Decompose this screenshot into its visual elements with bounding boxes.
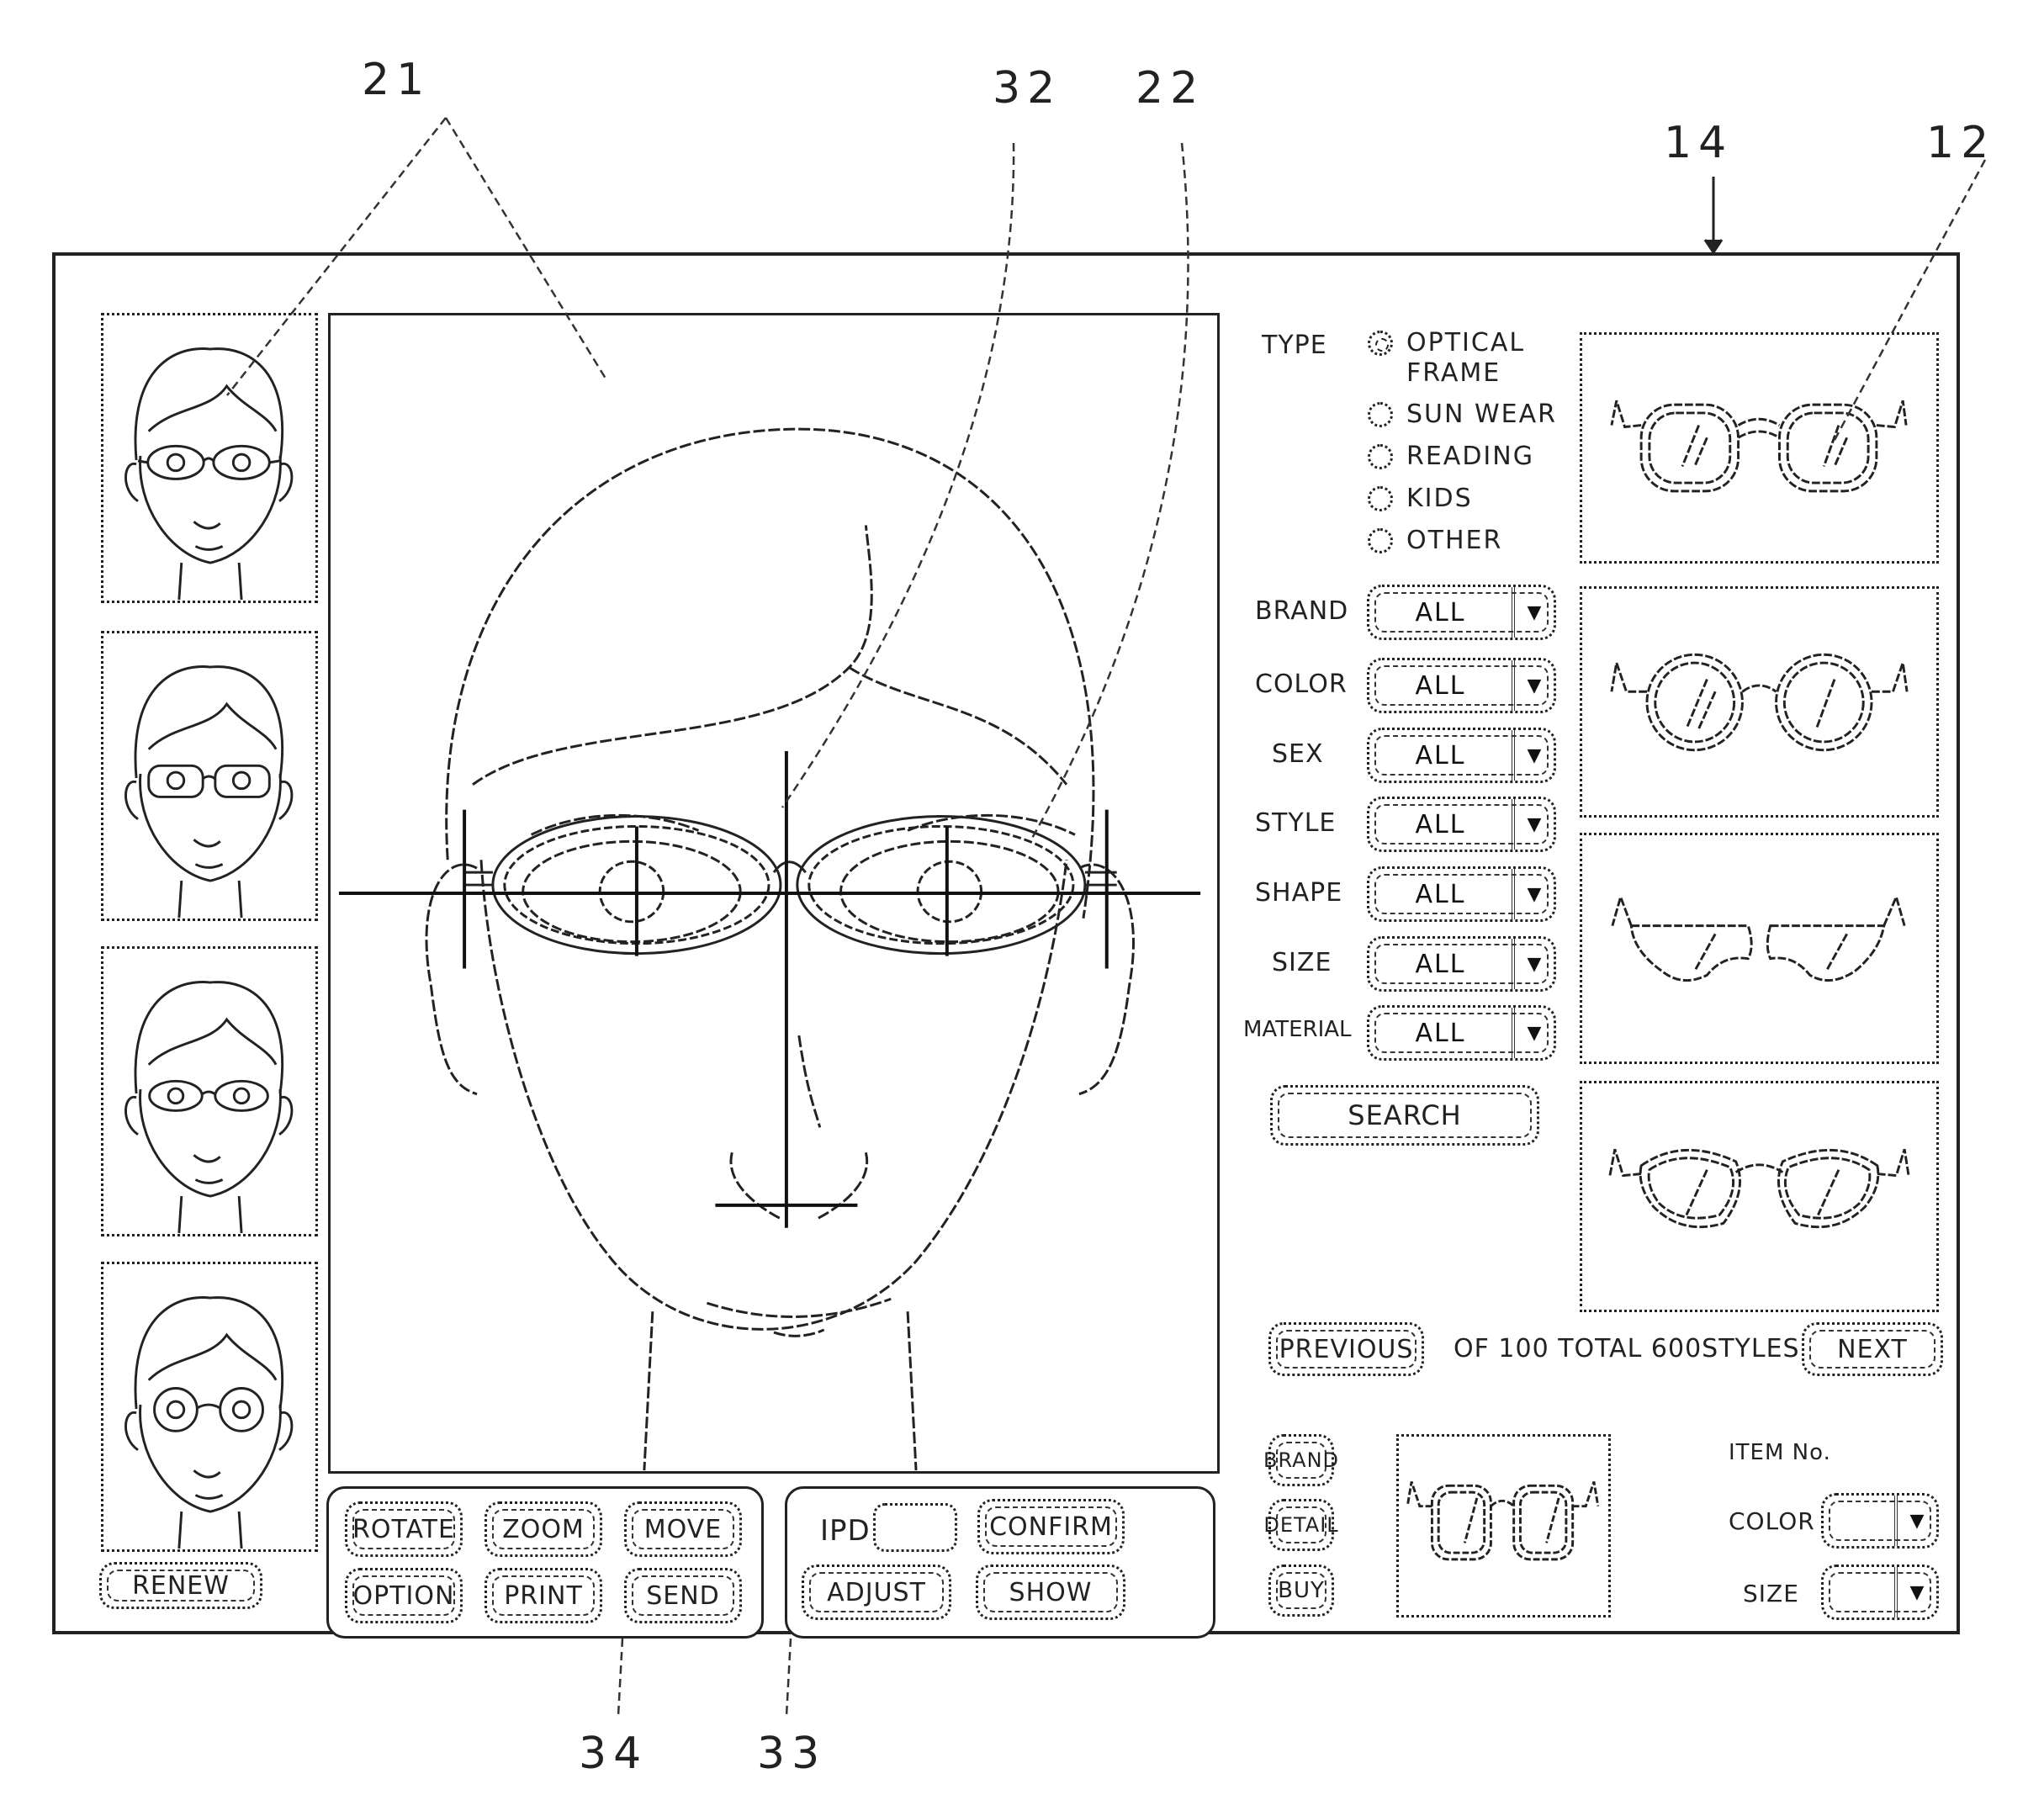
product-thumbnail[interactable] xyxy=(1580,586,1939,818)
chevron-down-icon: ▼ xyxy=(1512,587,1554,638)
face-with-glasses-icon xyxy=(124,347,294,601)
selected-item-image xyxy=(1396,1434,1611,1617)
face-thumbnail[interactable] xyxy=(101,946,318,1236)
confirm-button[interactable]: CONFIRM xyxy=(977,1499,1125,1554)
reference-numeral-22: 22 xyxy=(1136,63,1205,114)
adjust-button[interactable]: ADJUST xyxy=(802,1565,951,1620)
square-glasses-icon xyxy=(1406,1481,1600,1561)
type-option-optical-frame[interactable]: OPTICAL FRAME xyxy=(1368,328,1525,389)
radio-icon xyxy=(1368,486,1393,511)
zoom-button[interactable]: ZOOM xyxy=(485,1501,602,1557)
filter-select-sex[interactable]: ALL ▼ xyxy=(1367,728,1556,783)
face-thumbnail[interactable] xyxy=(101,631,318,921)
chevron-down-icon: ▼ xyxy=(1512,730,1554,781)
face-with-glasses-icon xyxy=(124,981,294,1234)
left-ear xyxy=(425,863,478,1096)
sport-sunglasses-icon xyxy=(1611,892,1906,982)
item-size-select[interactable]: ▼ xyxy=(1821,1565,1939,1620)
buy-button[interactable]: BUY xyxy=(1268,1565,1334,1617)
search-button[interactable]: SEARCH xyxy=(1270,1085,1539,1146)
right-lens-outer xyxy=(796,815,1087,956)
face-fitting-canvas xyxy=(338,427,1201,1471)
type-option-reading[interactable]: READING xyxy=(1368,442,1534,472)
ipd-input[interactable] xyxy=(873,1503,957,1552)
filter-label-color: COLOR xyxy=(1255,670,1348,699)
filter-select-material[interactable]: ALL ▼ xyxy=(1367,1005,1556,1061)
type-label: TYPE xyxy=(1262,331,1327,360)
face-with-glasses-icon xyxy=(124,665,294,919)
cat-eye-glasses-icon xyxy=(1608,1148,1910,1229)
filter-label-size: SIZE xyxy=(1272,948,1332,977)
item-color-select[interactable]: ▼ xyxy=(1821,1493,1939,1549)
renew-button[interactable]: RENEW xyxy=(99,1562,262,1609)
radio-selected-icon xyxy=(1368,331,1393,356)
round-glasses-icon xyxy=(1610,653,1909,752)
next-button[interactable]: NEXT xyxy=(1802,1322,1943,1376)
radio-icon xyxy=(1368,402,1393,427)
previous-button[interactable]: PREVIOUS xyxy=(1268,1322,1424,1376)
option-button[interactable]: OPTION xyxy=(345,1568,463,1623)
filter-select-size[interactable]: ALL ▼ xyxy=(1367,936,1556,992)
filter-select-color[interactable]: ALL ▼ xyxy=(1367,658,1556,713)
reference-numeral-33: 33 xyxy=(757,1729,827,1779)
filter-select-style[interactable]: ALL ▼ xyxy=(1367,797,1556,852)
filter-select-brand[interactable]: ALL ▼ xyxy=(1367,585,1556,640)
reference-numeral-21: 21 xyxy=(362,55,432,105)
face-thumbnail[interactable] xyxy=(101,313,318,603)
chevron-down-icon: ▼ xyxy=(1512,799,1554,850)
radio-icon xyxy=(1368,528,1393,553)
filter-label-brand: BRAND xyxy=(1255,596,1349,626)
brand-info-button[interactable]: BRAND xyxy=(1263,1434,1338,1486)
face-thumbnail[interactable] xyxy=(101,1262,318,1552)
reference-numeral-14: 14 xyxy=(1664,118,1734,168)
detail-button[interactable]: DETAIL xyxy=(1263,1499,1338,1551)
filter-select-shape[interactable]: ALL ▼ xyxy=(1367,866,1556,922)
hair-part xyxy=(472,525,873,786)
chevron-down-icon: ▼ xyxy=(1512,939,1554,989)
right-lens-inner xyxy=(808,824,1075,945)
head-outline xyxy=(445,427,1095,919)
type-option-other[interactable]: OTHER xyxy=(1368,526,1502,556)
product-thumbnail[interactable] xyxy=(1580,1081,1939,1312)
type-option-kids[interactable]: KIDS xyxy=(1368,484,1473,514)
ipd-label: IPD xyxy=(820,1514,871,1548)
pagination-text: OF 100 TOTAL 600STYLES xyxy=(1454,1334,1800,1363)
reference-numeral-12: 12 xyxy=(1926,118,1996,168)
move-button[interactable]: MOVE xyxy=(624,1501,742,1557)
product-thumbnail[interactable] xyxy=(1580,833,1939,1064)
rotate-button[interactable]: ROTATE xyxy=(345,1501,463,1557)
item-color-label: COLOR xyxy=(1729,1507,1815,1535)
type-option-sun-wear[interactable]: SUN WEAR xyxy=(1368,400,1557,430)
item-number-label: ITEM No. xyxy=(1729,1440,1831,1465)
reference-numeral-34: 34 xyxy=(579,1729,649,1779)
chevron-down-icon: ▼ xyxy=(1512,869,1554,919)
filter-label-style: STYLE xyxy=(1255,808,1337,838)
radio-icon xyxy=(1368,444,1393,469)
filter-label-shape: SHAPE xyxy=(1255,878,1343,908)
chevron-down-icon: ▼ xyxy=(1894,1567,1936,1617)
filter-label-sex: SEX xyxy=(1272,739,1324,769)
square-glasses-icon xyxy=(1610,400,1908,493)
try-on-view[interactable] xyxy=(328,313,1220,1474)
chevron-down-icon: ▼ xyxy=(1512,1008,1554,1058)
print-button[interactable]: PRINT xyxy=(485,1568,602,1623)
filter-label-material: MATERIAL xyxy=(1243,1017,1352,1042)
item-size-label: SIZE xyxy=(1743,1580,1799,1607)
chevron-down-icon: ▼ xyxy=(1894,1496,1936,1546)
face-outline xyxy=(479,860,1068,1331)
show-button[interactable]: SHOW xyxy=(976,1565,1125,1620)
chevron-down-icon: ▼ xyxy=(1512,660,1554,711)
product-thumbnail[interactable] xyxy=(1580,332,1939,564)
face-with-glasses-icon xyxy=(124,1296,294,1549)
send-button[interactable]: SEND xyxy=(624,1568,742,1623)
reference-numeral-32: 32 xyxy=(993,63,1062,114)
